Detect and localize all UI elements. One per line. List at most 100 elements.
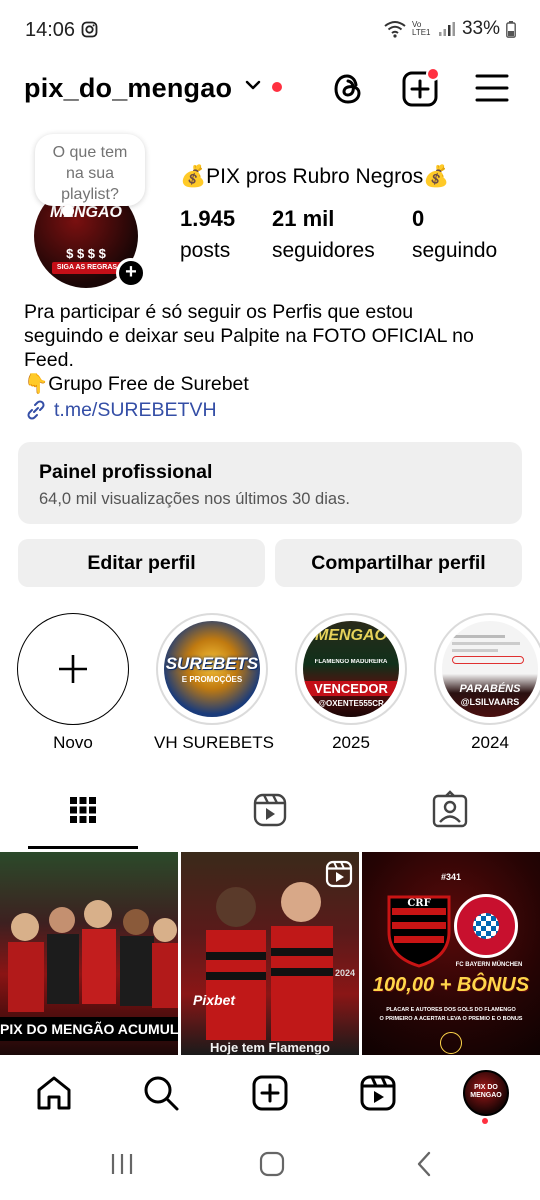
active-tab-indicator <box>28 846 138 849</box>
system-navigation-bar <box>0 1131 540 1200</box>
battery-icon <box>506 20 516 38</box>
edit-profile-button[interactable]: Editar perfil <box>18 539 265 587</box>
post-footer-1: PLACAR E AUTORES DOS GOLS DO FLAMENGO <box>386 1007 516 1013</box>
share-profile-button[interactable]: Compartilhar perfil <box>275 539 522 587</box>
display-name: 💰PIX pros Rubro Negros💰 <box>180 165 450 188</box>
bio: Pra participar é só seguir os Perfis que… <box>24 300 524 396</box>
search-icon[interactable] <box>141 1073 181 1113</box>
stat-label: posts <box>180 239 231 262</box>
menu-icon[interactable] <box>474 70 510 106</box>
profile-notification-dot <box>482 1118 488 1124</box>
profile-header: pix_do_mengao <box>0 60 540 116</box>
flamengo-crest: CRF <box>387 895 451 968</box>
highlight-art-subtitle: E PROMOÇÕES <box>181 675 243 684</box>
post-thumbnail[interactable]: #341 CRF FC BAYERN MÜNCHEN 100,00 + BÔNU… <box>362 852 540 1055</box>
avatar-money-text: $ $ $ $ <box>66 246 106 261</box>
highlight-image: PARABÉNS @LSILVAARS <box>442 621 538 717</box>
highlight-label: 2025 <box>332 733 370 752</box>
highlight-art-middle: FLAMENGO MADUREIRA <box>314 659 388 665</box>
note-bubble[interactable]: O que tem na sua playlist? <box>35 134 145 206</box>
avatar-banner-text: SIGA AS REGRAS <box>56 264 118 271</box>
stat-posts[interactable]: 1.945 posts <box>180 206 235 263</box>
reels-icon[interactable] <box>358 1073 398 1113</box>
signal-icon <box>438 22 455 36</box>
home-button-icon[interactable] <box>257 1149 287 1179</box>
highlight-new[interactable]: Novo <box>15 613 131 753</box>
post-number: #341 <box>440 872 462 882</box>
highlight-label: 2024 <box>471 733 509 752</box>
svg-text:CRF: CRF <box>407 898 430 909</box>
stat-value: 1.945 <box>180 206 236 231</box>
bio-line: Feed. <box>24 349 74 371</box>
link-icon <box>27 400 45 420</box>
plus-icon <box>58 654 87 683</box>
highlight-cover[interactable]: PARABÉNS @LSILVAARS <box>434 613 540 725</box>
bio-line: seguindo e deixar seu Palpite na FOTO OF… <box>24 325 474 347</box>
highlight-vh-surebets[interactable]: SUREBETS E PROMOÇÕES VH SUREBETS <box>154 613 274 753</box>
highlight-art-handle: @OXENTE555CR <box>318 699 384 708</box>
posts-grid: PIX DO MENGÃO ACUMULOU Pixbet 2024 Hoje … <box>0 852 540 1055</box>
post-thumbnail[interactable]: Pixbet 2024 Hoje tem Flamengo <box>181 852 359 1055</box>
grid-icon <box>70 797 96 823</box>
volte-label: Vo LTE1 <box>411 20 431 37</box>
stat-value: 21 mil <box>272 206 335 231</box>
professional-dashboard-title: Painel profissional <box>39 461 213 483</box>
post-small-logo <box>440 1032 462 1054</box>
bio-line: 👇Grupo Free de Surebet <box>24 373 249 395</box>
post-caption: Hoje tem Flamengo <box>210 1040 330 1055</box>
highlight-art-bottom: VENCEDOR <box>303 681 399 696</box>
instagram-notification-icon <box>81 21 98 38</box>
note-bubble-tail <box>62 205 74 217</box>
bio-link[interactable]: t.me/SUREBETVH <box>24 398 217 422</box>
battery-percent: 33% <box>461 18 500 39</box>
profile-tabs <box>0 785 540 849</box>
stat-value: 0 <box>412 206 425 231</box>
post-club: FC BAYERN MÜNCHEN <box>455 962 523 968</box>
reels-icon <box>253 793 287 827</box>
status-indicators: Vo LTE1 33% <box>384 18 516 40</box>
highlight-art-bottom: PARABÉNS <box>459 683 521 695</box>
professional-dashboard[interactable]: Painel profissional 64,0 mil visualizaçõ… <box>18 442 522 524</box>
highlight-image: MENGAO FLAMENGO MADUREIRA VENCEDOR @OXEN… <box>303 621 399 717</box>
post-jersey-text: Pixbet <box>193 992 236 1008</box>
professional-dashboard-subtitle: 64,0 mil visualizações nos últimos 30 di… <box>39 490 350 508</box>
stat-followers[interactable]: 21 mil seguidores <box>272 206 375 263</box>
threads-icon[interactable] <box>330 68 366 108</box>
post-year: 2024 <box>334 968 355 978</box>
chevron-down-icon[interactable] <box>244 78 262 92</box>
stat-label: seguidores <box>272 239 375 262</box>
tab-tagged[interactable] <box>395 785 505 849</box>
add-story-button[interactable]: + <box>116 258 146 288</box>
post-thumbnail[interactable]: PIX DO MENGÃO ACUMULOU <box>0 852 178 1055</box>
highlight-art-top: MENGAO <box>315 627 387 644</box>
tab-reels[interactable] <box>215 785 325 849</box>
note-line: na sua <box>65 165 115 182</box>
note-line: O que tem <box>52 144 128 161</box>
username-switcher[interactable]: pix_do_mengao <box>24 73 232 104</box>
wifi-icon <box>384 21 406 38</box>
bottom-navigation: PIX DO MENGAO <box>0 1055 540 1131</box>
tagged-icon <box>432 790 468 828</box>
highlight-cover[interactable]: MENGAO FLAMENGO MADUREIRA VENCEDOR @OXEN… <box>295 613 407 725</box>
reels-icon <box>325 860 353 888</box>
highlight-art-handle: @LSILVAARS <box>460 697 520 707</box>
create-icon[interactable] <box>250 1073 290 1113</box>
highlight-art-title: SUREBETS <box>165 654 259 673</box>
stat-following[interactable]: 0 seguindo <box>412 206 497 263</box>
status-bar: 14:06 Vo LTE1 33% <box>0 0 540 60</box>
avatar-logo-text: MENGAO <box>50 204 122 221</box>
tab-grid[interactable] <box>28 785 138 849</box>
bio-line: Pra participar é só seguir os Perfis que… <box>24 301 414 323</box>
recent-apps-icon[interactable] <box>107 1149 137 1179</box>
highlight-2024[interactable]: PARABÉNS @LSILVAARS 2024 <box>432 613 540 753</box>
highlight-2025[interactable]: MENGAO FLAMENGO MADUREIRA VENCEDOR @OXEN… <box>293 613 409 753</box>
highlight-cover[interactable]: SUREBETS E PROMOÇÕES <box>156 613 268 725</box>
profile-avatar-tab[interactable]: PIX DO MENGAO <box>463 1070 509 1116</box>
back-icon[interactable] <box>409 1149 439 1179</box>
new-highlight-circle[interactable] <box>17 613 129 725</box>
profile-avatar-tab-text: PIX DO MENGAO <box>470 1084 502 1099</box>
post-caption: PIX DO MENGÃO ACUMULOU <box>0 1017 178 1041</box>
home-icon[interactable] <box>34 1073 74 1113</box>
highlight-image: SUREBETS E PROMOÇÕES <box>164 621 260 717</box>
bio-link-text[interactable]: t.me/SUREBETVH <box>54 399 217 422</box>
